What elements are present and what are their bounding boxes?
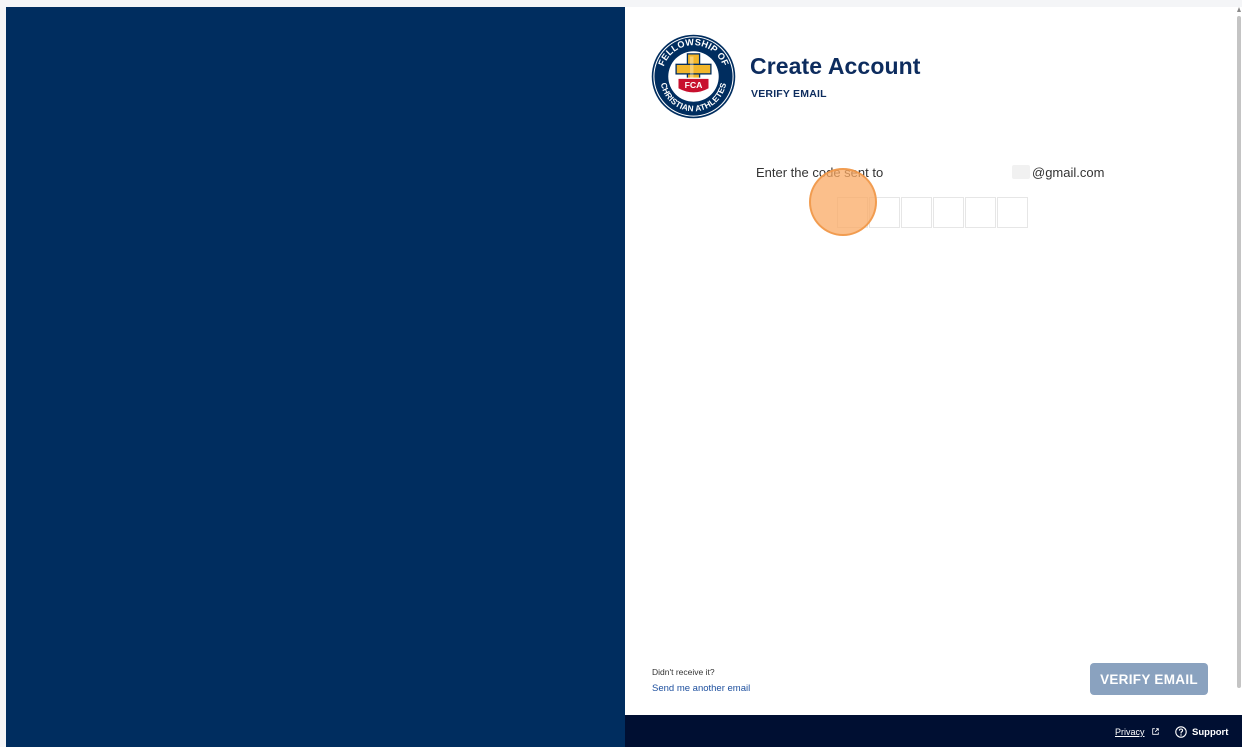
resend-question: Didn't receive it? — [652, 667, 715, 677]
page-subtitle: VERIFY EMAIL — [751, 88, 827, 100]
email-redacted-block — [1012, 165, 1030, 179]
resend-email-link[interactable]: Send me another email — [652, 683, 750, 694]
scrollbar-thumb[interactable] — [1237, 16, 1241, 688]
support-link[interactable]: Support — [1192, 727, 1228, 738]
scroll-up-icon[interactable] — [1237, 7, 1241, 12]
privacy-link[interactable]: Privacy — [1115, 727, 1145, 737]
fca-logo-icon: FELLOWSHIP OF CHRISTIAN ATHLETES FCA — [651, 34, 736, 119]
email-domain: @gmail.com — [1032, 165, 1105, 180]
svg-text:FCA: FCA — [685, 80, 704, 90]
code-digit-3[interactable] — [901, 197, 932, 228]
code-digit-6[interactable] — [997, 197, 1028, 228]
code-digit-4[interactable] — [933, 197, 964, 228]
click-indicator — [809, 168, 877, 236]
code-digit-5[interactable] — [965, 197, 996, 228]
left-brand-panel — [6, 7, 625, 747]
verify-email-button[interactable]: VERIFY EMAIL — [1090, 663, 1208, 695]
external-link-icon — [1152, 728, 1159, 735]
footer-bar — [625, 715, 1242, 747]
help-circle-icon[interactable] — [1175, 726, 1187, 738]
page-title: Create Account — [750, 53, 921, 79]
page: FELLOWSHIP OF CHRISTIAN ATHLETES FCA Cre… — [0, 0, 1242, 747]
